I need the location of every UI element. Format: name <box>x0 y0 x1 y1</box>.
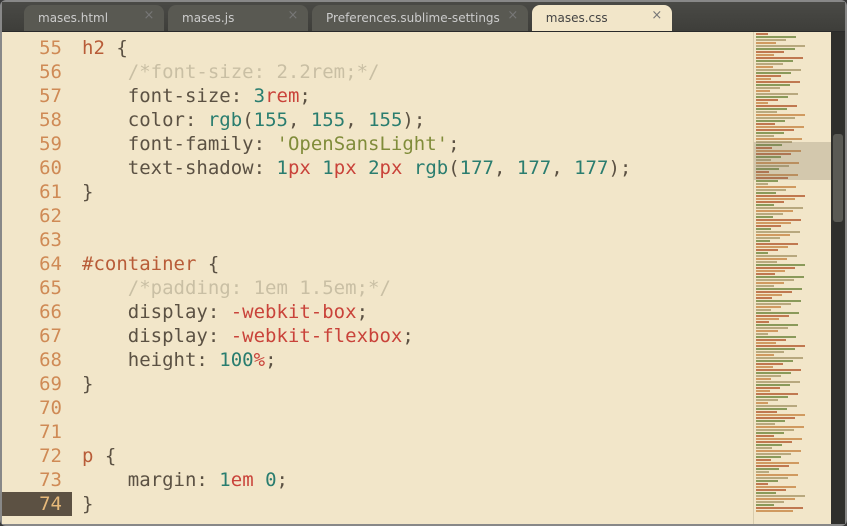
vertical-scrollbar[interactable] <box>831 32 845 524</box>
line-number-gutter[interactable]: 5556575859606162636465666768697071727374 <box>2 32 72 524</box>
minimap[interactable] <box>753 32 831 524</box>
close-icon[interactable]: × <box>286 10 300 24</box>
tab-label: Preferences.sublime-settings <box>326 11 500 25</box>
tab-preferences[interactable]: Preferences.sublime-settings × <box>312 5 528 31</box>
tab-mases-css[interactable]: mases.css × <box>532 5 672 31</box>
tab-label: mases.html <box>38 11 108 25</box>
tab-bar: mases.html × mases.js × Preferences.subl… <box>2 2 845 32</box>
close-icon[interactable]: × <box>506 10 520 24</box>
close-icon[interactable]: × <box>142 10 156 24</box>
close-icon[interactable]: × <box>650 10 664 24</box>
minimap-viewport[interactable] <box>754 142 831 180</box>
editor-area: 5556575859606162636465666768697071727374… <box>2 32 845 524</box>
tab-label: mases.js <box>182 11 234 25</box>
tab-mases-html[interactable]: mases.html × <box>24 5 164 31</box>
scrollbar-thumb[interactable] <box>833 134 843 222</box>
tab-label: mases.css <box>546 11 608 25</box>
tab-mases-js[interactable]: mases.js × <box>168 5 308 31</box>
code-editor[interactable]: h2 { /*font-size: 2.2rem;*/ font-size: 3… <box>72 32 753 524</box>
